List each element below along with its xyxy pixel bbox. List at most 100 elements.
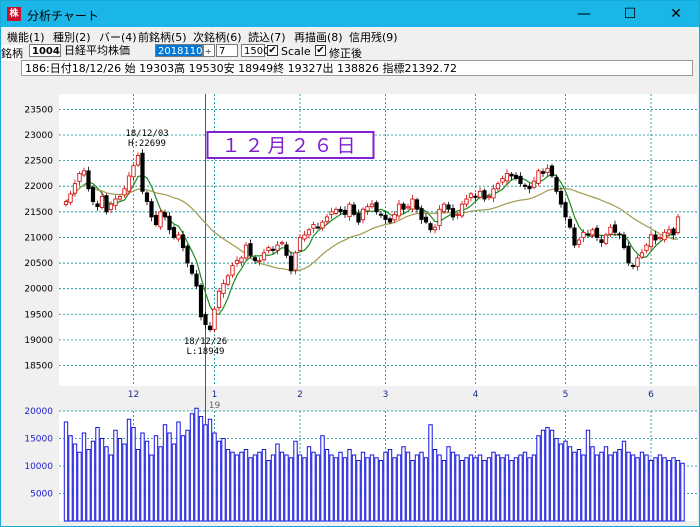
- volume-bar: [153, 435, 159, 522]
- candle-down: [162, 212, 168, 218]
- date-input[interactable]: 20181102: [155, 44, 209, 57]
- stock-label: 銘柄: [1, 45, 23, 61]
- volume-bar: [540, 429, 546, 522]
- menu-item-prev-stock[interactable]: 前銘柄(5): [138, 29, 187, 45]
- volume-bar: [648, 460, 654, 522]
- title-bar[interactable]: 株 分析チャート — ☐ ✕: [1, 1, 699, 27]
- candle-up: [81, 170, 87, 176]
- volume-bar: [644, 454, 649, 522]
- candle-down: [563, 202, 568, 218]
- candle-up: [113, 198, 118, 207]
- adjusted-checkbox[interactable]: ✔: [315, 45, 326, 56]
- volume-bar: [117, 438, 123, 522]
- volume-bar: [437, 454, 442, 522]
- volume-bar: [581, 454, 586, 522]
- menu-item-next-stock[interactable]: 次銘柄(6): [193, 29, 242, 45]
- volume-bar: [320, 435, 325, 522]
- candle-up: [635, 257, 640, 267]
- volume-bar: [315, 454, 321, 522]
- candle-up: [176, 234, 181, 240]
- candle-up: [221, 283, 226, 294]
- scale-checkbox[interactable]: ✔: [267, 45, 278, 56]
- volume-bar: [234, 454, 240, 522]
- candle-up: [392, 213, 397, 221]
- candle-up: [675, 216, 681, 233]
- volume-bar: [243, 449, 249, 522]
- menu-item-margin[interactable]: 信用残(9): [349, 29, 398, 45]
- volume-bar: [590, 446, 595, 522]
- candle-up: [477, 190, 483, 198]
- volume-bar: [392, 457, 397, 522]
- volume-bar: [90, 440, 96, 522]
- candle-up: [320, 221, 325, 229]
- volume-bar: [635, 457, 640, 522]
- volume-bar: [428, 424, 433, 522]
- candle-down: [549, 165, 555, 177]
- candle-down: [585, 233, 591, 236]
- chart-area[interactable]: 23500 23000 22500 22000 21500 21000 20500 20000…: [1, 92, 699, 526]
- volume-bar: [113, 429, 118, 522]
- candle-down: [522, 184, 528, 187]
- volume-bar: [603, 446, 609, 522]
- volume-bar: [311, 451, 316, 522]
- volume-bar: [293, 440, 298, 522]
- menu-item-redraw[interactable]: 再描画(8): [294, 29, 343, 45]
- volume-tick-label: 20000: [24, 407, 53, 417]
- candle-up: [666, 229, 672, 234]
- month-tick-label: 5: [563, 390, 569, 400]
- candle-up: [464, 198, 469, 205]
- candle-up: [576, 239, 582, 245]
- date-spin-icon[interactable]: ÷: [203, 44, 215, 57]
- candle-up: [279, 242, 285, 245]
- volume-bar: [558, 443, 564, 522]
- price-tick-label: 20000: [24, 285, 53, 295]
- volume-bar: [527, 457, 532, 522]
- candle-down: [189, 264, 195, 274]
- month-tick-label: 6: [648, 390, 654, 400]
- volume-bar: [594, 454, 600, 522]
- count-input[interactable]: 1500: [241, 44, 269, 57]
- volume-bar: [639, 451, 645, 522]
- volume-bar: [410, 460, 415, 522]
- volume-bar: [252, 454, 258, 522]
- volume-bar: [167, 432, 172, 522]
- candle-up: [491, 188, 496, 199]
- menu-item-function[interactable]: 機能(1): [7, 29, 45, 45]
- extreme-annotation: 18/12/03: [125, 129, 168, 139]
- volume-bar: [225, 449, 231, 522]
- menu-item-load[interactable]: 読込(7): [248, 29, 286, 45]
- volume-bar: [203, 424, 208, 522]
- volume-bar: [131, 427, 136, 522]
- volume-bar: [477, 454, 483, 522]
- candle-down: [612, 224, 618, 233]
- price-tick-label: 19500: [24, 310, 53, 320]
- menu-item-bar[interactable]: バー(4): [99, 29, 137, 45]
- volume-bar: [324, 449, 330, 522]
- chart-app-icon[interactable]: 株: [7, 7, 21, 21]
- candle-up: [405, 206, 411, 209]
- menu-item-type[interactable]: 種別(2): [53, 29, 91, 45]
- minimize-button[interactable]: —: [561, 1, 607, 27]
- close-button[interactable]: ✕: [653, 1, 699, 27]
- volume-bar: [405, 451, 411, 522]
- volume-bar: [171, 443, 177, 522]
- volume-bar: [491, 451, 496, 522]
- volume-bar: [617, 449, 622, 522]
- volume-bar: [495, 454, 501, 522]
- candle-down: [180, 234, 186, 249]
- volume-bar: [513, 457, 519, 522]
- stock-code-input[interactable]: 1004: [29, 44, 61, 57]
- candle-down: [387, 218, 393, 223]
- volume-bar: [158, 446, 163, 522]
- period-input[interactable]: 7: [216, 44, 238, 57]
- candle-down: [419, 208, 424, 220]
- price-tick-label: 19000: [24, 336, 53, 346]
- volume-bar: [351, 454, 357, 522]
- candle-up: [581, 231, 586, 239]
- candle-down: [284, 244, 289, 256]
- maximize-button[interactable]: ☐: [607, 1, 653, 27]
- candle-down: [252, 257, 258, 261]
- candle-down: [198, 284, 204, 318]
- candle-up: [657, 237, 663, 240]
- volume-bar: [567, 446, 573, 522]
